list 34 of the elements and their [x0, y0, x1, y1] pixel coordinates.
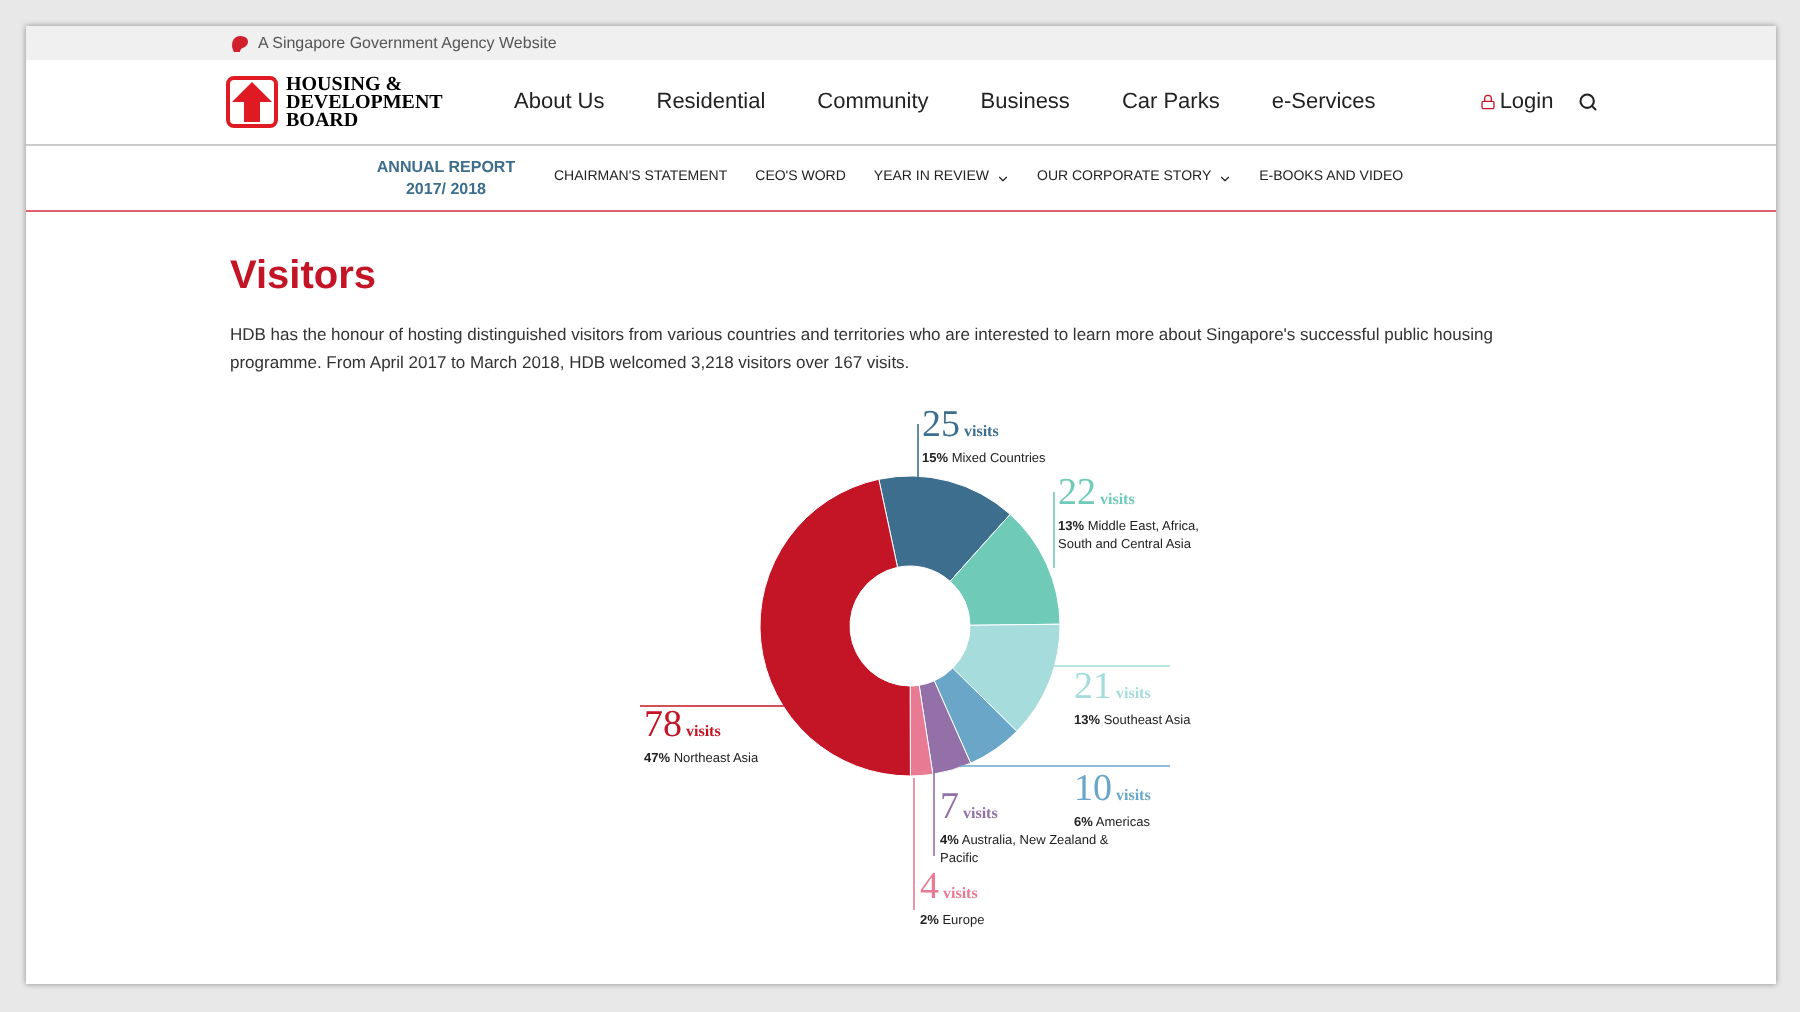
nav-link[interactable]: About Us [514, 85, 605, 119]
leader-line [917, 423, 919, 481]
visit-count: 4 [920, 870, 939, 906]
report-title: ANNUAL REPORT [376, 156, 516, 178]
visit-unit: visits [943, 882, 978, 906]
visit-count: 21 [1074, 670, 1112, 706]
intro-paragraph: HDB has the honour of hosting distinguished visitors from various countries and territories who are interested to learn more about Singapore's successful public housing programme. From April 2017 to March 2018, HDB welcomed 3,218 visitors over 167 visits. [230, 322, 1495, 376]
visit-unit: visits [964, 420, 999, 444]
nav-link[interactable]: Car Parks [1121, 85, 1220, 119]
visit-unit: visits [963, 802, 998, 826]
nav-link[interactable]: Community [817, 85, 929, 119]
logo-text: HOUSING & DEVELOPMENT BOARD [286, 75, 445, 129]
visit-count: 25 [922, 408, 960, 444]
house-arrow-logo-icon [226, 76, 278, 128]
nav-link[interactable]: e-Services [1271, 85, 1376, 119]
visit-count: 7 [940, 790, 959, 826]
visit-count: 10 [1074, 772, 1112, 808]
visit-count: 22 [1058, 476, 1096, 512]
visit-unit: visits [1100, 488, 1135, 512]
visit-unit: visits [1116, 682, 1151, 706]
nav-link[interactable]: Business [980, 85, 1070, 119]
login-link[interactable]: Login [1479, 85, 1554, 119]
visit-count: 78 [644, 708, 682, 744]
leader-line [913, 777, 915, 911]
leader-line [1053, 491, 1055, 569]
search-button[interactable] [1577, 92, 1598, 112]
visit-unit: visits [1116, 784, 1151, 808]
leader-line [933, 769, 935, 857]
government-text: A Singapore Government Agency Website [258, 31, 557, 55]
lock-icon [1479, 94, 1496, 110]
report-year: 2017/ 2018 [405, 178, 487, 200]
nav-link[interactable]: Residential [656, 85, 766, 119]
visit-unit: visits [686, 720, 721, 744]
page-title: Visitors [230, 252, 378, 300]
